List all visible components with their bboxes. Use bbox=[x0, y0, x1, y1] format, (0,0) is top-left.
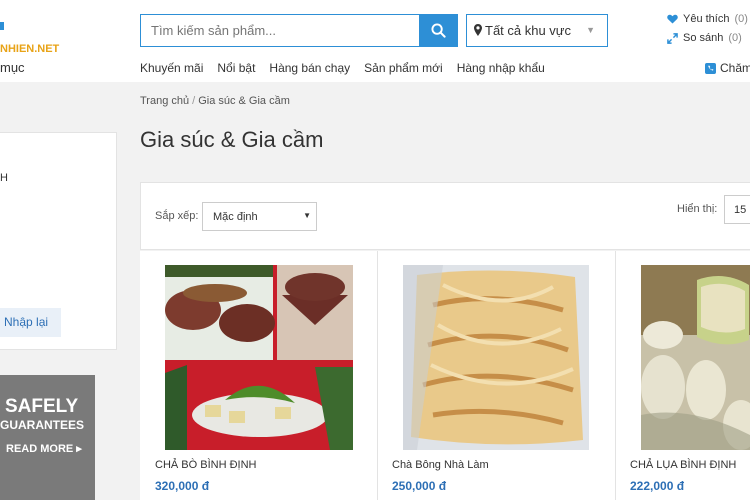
nav-item-featured[interactable]: Nổi bật bbox=[217, 61, 255, 75]
logo-icon[interactable] bbox=[0, 22, 4, 30]
main-nav: Khuyến mãi Nổi bật Hàng bán chạy Sản phẩ… bbox=[140, 61, 545, 75]
compare-icon bbox=[667, 32, 678, 44]
promo-banner[interactable]: SAFELY GUARANTEES READ MORE ▸ bbox=[0, 375, 95, 500]
sort-label: Sắp xếp: bbox=[155, 210, 199, 222]
product-price: 250,000 đ bbox=[392, 479, 447, 493]
nav-item-promotions[interactable]: Khuyến mãi bbox=[140, 61, 203, 75]
product-image[interactable] bbox=[641, 265, 750, 450]
product-image[interactable] bbox=[403, 265, 589, 450]
phone-icon bbox=[705, 62, 716, 74]
sort-select-value: Mặc định bbox=[213, 211, 258, 223]
nav-item-new-products[interactable]: Sản phẩm mới bbox=[364, 61, 443, 75]
favorites-label: Yêu thích bbox=[683, 13, 730, 25]
favorites-link[interactable]: Yêu thích (0) bbox=[667, 13, 748, 25]
breadcrumb-current: Gia súc & Gia cầm bbox=[198, 95, 290, 107]
category-menu-label[interactable]: mục bbox=[0, 60, 25, 75]
chevron-down-icon: ▼ bbox=[586, 25, 595, 35]
location-pin-icon bbox=[474, 24, 482, 36]
reset-filter-button[interactable]: Nhập lại bbox=[0, 308, 61, 337]
compare-count: (0) bbox=[728, 32, 742, 44]
product-name[interactable]: CHẢ LỤA BÌNH ĐỊNH bbox=[630, 459, 736, 471]
nav-item-imported[interactable]: Hàng nhập khẩu bbox=[457, 61, 545, 75]
search-button[interactable] bbox=[419, 15, 457, 46]
search-icon bbox=[430, 23, 446, 38]
product-price: 222,000 đ bbox=[630, 479, 685, 493]
support-link[interactable]: Chăm bbox=[705, 61, 750, 75]
product-card[interactable]: CHẢ BÒ BÌNH ĐỊNH 320,000 đ bbox=[140, 251, 378, 500]
product-price: 320,000 đ bbox=[155, 479, 210, 493]
region-select[interactable]: Tất cả khu vực ▼ bbox=[466, 14, 608, 47]
banner-headline: SAFELY bbox=[5, 396, 79, 417]
sort-select[interactable]: Mặc định ▼ bbox=[202, 202, 317, 231]
compare-label: So sánh bbox=[683, 32, 724, 44]
compare-link[interactable]: So sánh (0) bbox=[667, 32, 742, 44]
search-input[interactable] bbox=[141, 15, 419, 46]
breadcrumb-home[interactable]: Trang chủ bbox=[140, 95, 189, 107]
favorites-count: (0) bbox=[734, 13, 748, 25]
page-title: Gia súc & Gia cầm bbox=[140, 127, 324, 152]
product-card[interactable]: CHẢ LỤA BÌNH ĐỊNH 222,000 đ bbox=[616, 251, 750, 500]
product-name[interactable]: CHẢ BÒ BÌNH ĐỊNH bbox=[155, 459, 256, 471]
page-size-label: Hiển thị: bbox=[677, 203, 718, 215]
region-select-value: Tất cả khu vực bbox=[485, 23, 572, 38]
heart-icon bbox=[667, 14, 678, 24]
nav-item-bestsellers[interactable]: Hàng bán chạy bbox=[269, 61, 350, 75]
filter-heading: H bbox=[0, 172, 8, 184]
support-label: Chăm bbox=[720, 61, 750, 75]
product-image[interactable] bbox=[165, 265, 353, 450]
banner-read-more[interactable]: READ MORE ▸ bbox=[6, 442, 82, 455]
breadcrumb-separator: / bbox=[192, 95, 196, 107]
search-bar bbox=[140, 14, 458, 47]
product-name[interactable]: Chà Bông Nhà Làm bbox=[392, 459, 489, 471]
logo[interactable]: NHIEN.NET bbox=[0, 43, 59, 55]
breadcrumb: Trang chủ / Gia súc & Gia cầm bbox=[140, 95, 290, 107]
chevron-down-icon: ▼ bbox=[303, 211, 311, 220]
page-size-select[interactable]: 15 bbox=[724, 195, 750, 224]
banner-subheadline: GUARANTEES bbox=[0, 418, 85, 432]
product-card[interactable]: Chà Bông Nhà Làm 250,000 đ bbox=[378, 251, 616, 500]
